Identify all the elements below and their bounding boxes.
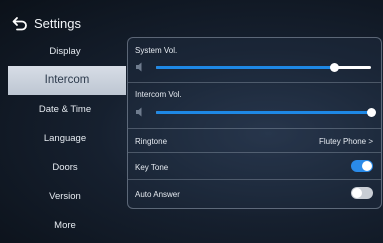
chevron-right-icon: > bbox=[368, 137, 373, 146]
ringtone-row[interactable]: Ringtone Flutey Phone > bbox=[135, 137, 373, 146]
toggle-knob bbox=[352, 188, 362, 198]
divider bbox=[128, 152, 381, 153]
auto-answer-row: Auto Answer bbox=[135, 187, 373, 199]
divider bbox=[128, 82, 381, 83]
slider-track bbox=[156, 63, 371, 72]
slider-track bbox=[156, 108, 376, 117]
sidebar-item-version[interactable]: Version bbox=[0, 182, 130, 211]
divider bbox=[128, 179, 381, 180]
settings-screen: Settings Display Intercom Date & Time La… bbox=[0, 0, 383, 243]
slider-fill bbox=[156, 111, 371, 114]
slider-thumb[interactable] bbox=[367, 108, 376, 117]
slider-fill bbox=[156, 66, 335, 69]
intercom-vol-slider[interactable] bbox=[136, 107, 376, 117]
intercom-settings-panel: System Vol. Intercom Vol. Ringtone Flute… bbox=[127, 37, 382, 209]
intercom-vol-label: Intercom Vol. bbox=[135, 90, 182, 99]
slider-thumb[interactable] bbox=[330, 63, 340, 72]
ringtone-value: Flutey Phone > bbox=[319, 137, 373, 146]
sidebar-item-intercom[interactable]: Intercom bbox=[8, 66, 126, 95]
auto-answer-toggle[interactable] bbox=[351, 187, 373, 199]
sidebar-item-display[interactable]: Display bbox=[0, 37, 130, 66]
page-title: Settings bbox=[34, 15, 81, 31]
sidebar-item-more[interactable]: More bbox=[0, 211, 130, 240]
speaker-icon bbox=[136, 107, 142, 117]
ringtone-label: Ringtone bbox=[135, 137, 168, 146]
auto-answer-label: Auto Answer bbox=[135, 190, 180, 199]
divider bbox=[128, 128, 381, 129]
key-tone-toggle[interactable] bbox=[351, 160, 373, 172]
top-bar: Settings bbox=[12, 13, 81, 33]
system-vol-slider[interactable] bbox=[136, 62, 371, 72]
sidebar-item-date-time[interactable]: Date & Time bbox=[0, 95, 130, 124]
ringtone-name: Flutey Phone bbox=[318, 137, 367, 146]
toggle-knob bbox=[362, 161, 372, 171]
back-arrow-icon[interactable] bbox=[12, 15, 28, 31]
sidebar: Display Intercom Date & Time Language Do… bbox=[0, 37, 130, 240]
sidebar-item-doors[interactable]: Doors bbox=[0, 153, 130, 182]
key-tone-label: Key Tone bbox=[135, 163, 169, 172]
system-vol-label: System Vol. bbox=[135, 46, 178, 55]
speaker-icon bbox=[136, 62, 142, 72]
sidebar-item-language[interactable]: Language bbox=[0, 124, 130, 153]
key-tone-row: Key Tone bbox=[135, 160, 373, 172]
